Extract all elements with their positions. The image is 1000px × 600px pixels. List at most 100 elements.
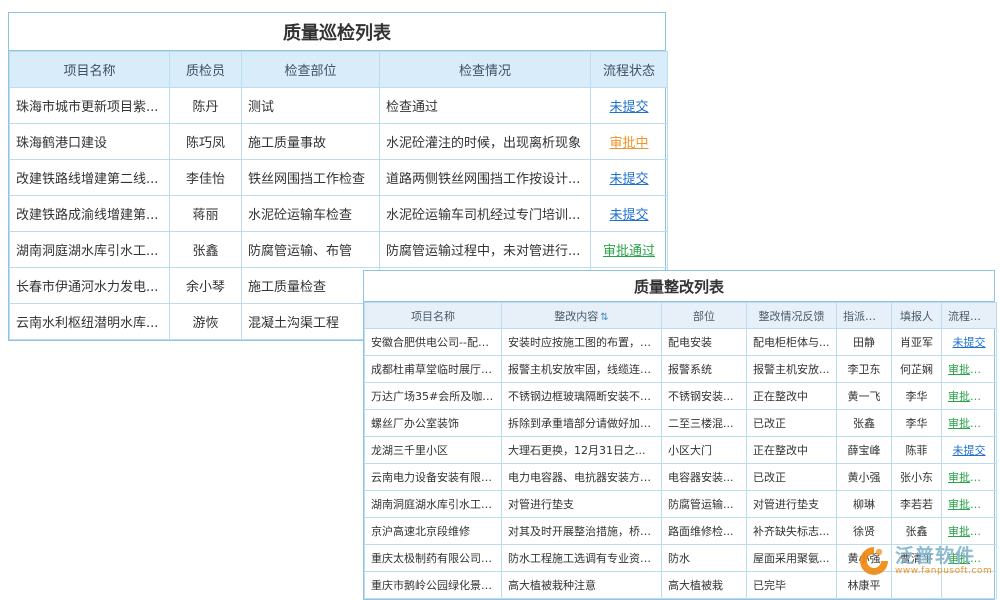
cell-part: 防水 [662, 545, 747, 572]
header-part: 检查部位 [242, 52, 380, 88]
cell-part: 测试 [242, 88, 380, 124]
cell-feedback: 正在整改中 [747, 437, 837, 464]
rectification-row: 云南电力设备安装有限公司20... 电力电容器、电抗器安装方案,... 电容器安… [365, 464, 997, 491]
rectification-row: 安徽合肥供电公司--配电设备... 安装时应按施工图的布置，将... 配电安装 … [365, 329, 997, 356]
cell-project[interactable]: 改建铁路成渝线增建第... [10, 196, 170, 232]
cell-assignee[interactable]: 薛宝峰 [837, 437, 892, 464]
header-detail: 检查情况 [380, 52, 591, 88]
header-content-label: 整改内容 [554, 310, 598, 323]
cell-status[interactable]: 审批通过 [942, 383, 997, 410]
cell-status[interactable]: 未提交 [591, 196, 668, 232]
cell-reporter[interactable]: 李若若 [892, 491, 942, 518]
rectification-row: 湖南洞庭湖水库引水工程施工标 对管进行垫支 防腐管运输... 对管进行垫支 柳琳… [365, 491, 997, 518]
cell-assignee[interactable]: 林康平 [837, 572, 892, 599]
rectification-header-row: 项目名称 整改内容⇅ 部位 整改情况反馈 指派人员 填报人 流程状态 [365, 303, 997, 329]
inspection-row: 珠海市城市更新项目紫... 陈丹 测试 检查通过 未提交 [10, 88, 668, 124]
cell-project[interactable]: 云南电力设备安装有限公司20... [365, 464, 502, 491]
cell-feedback: 屋面采用聚氨... [747, 545, 837, 572]
header-reporter: 填报人 [892, 303, 942, 329]
cell-feedback: 报警主机安放... [747, 356, 837, 383]
cell-reporter[interactable]: 肖亚军 [892, 329, 942, 356]
cell-status[interactable]: 未提交 [942, 437, 997, 464]
rectification-row: 龙湖三千里小区 大理石更换，12月31日之... 小区大门 正在整改中 薛宝峰 … [365, 437, 997, 464]
cell-inspector[interactable]: 张鑫 [170, 232, 242, 268]
cell-feedback: 正在整改中 [747, 383, 837, 410]
cell-status[interactable]: 未提交 [591, 160, 668, 196]
cell-inspector[interactable]: 余小琴 [170, 268, 242, 304]
rectification-row: 重庆太极制药有限公司亳州中... 防水工程施工选调有专业资质... 防水 屋面采… [365, 545, 997, 572]
header-part: 部位 [662, 303, 747, 329]
cell-project[interactable]: 湖南洞庭湖水库引水工... [10, 232, 170, 268]
cell-content: 防水工程施工选调有专业资质... [502, 545, 662, 572]
cell-project[interactable]: 安徽合肥供电公司--配电设备... [365, 329, 502, 356]
cell-project[interactable]: 重庆太极制药有限公司亳州中... [365, 545, 502, 572]
cell-status[interactable] [942, 572, 997, 599]
cell-assignee[interactable]: 张鑫 [837, 410, 892, 437]
cell-inspector[interactable]: 游恢 [170, 304, 242, 340]
inspection-row: 湖南洞庭湖水库引水工... 张鑫 防腐管运输、布管 防腐管运输过程中，未对管进行… [10, 232, 668, 268]
cell-project[interactable]: 重庆市鹅岭公园绿化景观提升... [365, 572, 502, 599]
cell-project[interactable]: 云南水利枢纽潜明水库... [10, 304, 170, 340]
cell-status[interactable]: 审批通过 [942, 410, 997, 437]
inspection-row: 珠海鹤港口建设 陈巧凤 施工质量事故 水泥砼灌注的时候，出现离析现象 审批中 [10, 124, 668, 160]
cell-assignee[interactable]: 李卫东 [837, 356, 892, 383]
cell-status[interactable]: 审批通过 [942, 491, 997, 518]
cell-reporter[interactable]: 何芷娴 [892, 356, 942, 383]
cell-feedback: 配电柜柜体与... [747, 329, 837, 356]
cell-project[interactable]: 改建铁路线增建第二线... [10, 160, 170, 196]
cell-inspector[interactable]: 李佳怡 [170, 160, 242, 196]
cell-part: 小区大门 [662, 437, 747, 464]
cell-status[interactable]: 审批通过 [591, 232, 668, 268]
cell-inspector[interactable]: 蒋丽 [170, 196, 242, 232]
cell-part: 防腐管运输... [662, 491, 747, 518]
cell-project[interactable]: 螺丝厂办公室装饰 [365, 410, 502, 437]
cell-reporter[interactable]: 李华 [892, 383, 942, 410]
header-content[interactable]: 整改内容⇅ [502, 303, 662, 329]
cell-assignee[interactable]: 黄小强 [837, 464, 892, 491]
cell-reporter[interactable]: 曹清平 [892, 545, 942, 572]
cell-project[interactable]: 龙湖三千里小区 [365, 437, 502, 464]
cell-status[interactable]: 审批中 [591, 124, 668, 160]
cell-part: 混凝土沟渠工程 [242, 304, 380, 340]
cell-content: 电力电容器、电抗器安装方案,... [502, 464, 662, 491]
sort-icon[interactable]: ⇅ [600, 312, 608, 323]
cell-reporter[interactable] [892, 572, 942, 599]
cell-project[interactable]: 长春市伊通河水力发电... [10, 268, 170, 304]
cell-project[interactable]: 万达广场35#会所及咖啡厅空... [365, 383, 502, 410]
header-status: 流程状态 [942, 303, 997, 329]
cell-project[interactable]: 成都杜甫草堂临时展厅独立展... [365, 356, 502, 383]
rectification-row: 京沪高速北京段维修 对其及时开展整治措施，桥头... 路面维修检... 补齐缺失… [365, 518, 997, 545]
cell-assignee[interactable]: 黄一飞 [837, 383, 892, 410]
cell-detail: 水泥砼灌注的时候，出现离析现象 [380, 124, 591, 160]
cell-inspector[interactable]: 陈丹 [170, 88, 242, 124]
cell-project[interactable]: 珠海鹤港口建设 [10, 124, 170, 160]
cell-project[interactable]: 珠海市城市更新项目紫... [10, 88, 170, 124]
cell-content: 高大植被栽种注意 [502, 572, 662, 599]
rectification-table-panel: 质量整改列表 项目名称 整改内容⇅ 部位 整改情况反馈 指派人员 填报人 流程状… [363, 270, 995, 600]
cell-assignee[interactable]: 黄小强 [837, 545, 892, 572]
cell-reporter[interactable]: 张小东 [892, 464, 942, 491]
cell-part: 不锈钢安装... [662, 383, 747, 410]
cell-status[interactable]: 审批通过 [942, 464, 997, 491]
cell-reporter[interactable]: 陈菲 [892, 437, 942, 464]
cell-status[interactable]: 未提交 [591, 88, 668, 124]
cell-reporter[interactable]: 张鑫 [892, 518, 942, 545]
cell-inspector[interactable]: 陈巧凤 [170, 124, 242, 160]
cell-status[interactable]: 审批通过 [942, 518, 997, 545]
cell-status[interactable]: 未提交 [942, 329, 997, 356]
cell-content: 大理石更换，12月31日之... [502, 437, 662, 464]
cell-status[interactable]: 审批通过 [942, 545, 997, 572]
cell-detail: 道路两侧铁丝网围挡工作按设计... [380, 160, 591, 196]
cell-part: 配电安装 [662, 329, 747, 356]
cell-project[interactable]: 湖南洞庭湖水库引水工程施工标 [365, 491, 502, 518]
cell-assignee[interactable]: 田静 [837, 329, 892, 356]
cell-status[interactable]: 审批通过 [942, 356, 997, 383]
cell-reporter[interactable]: 李华 [892, 410, 942, 437]
cell-assignee[interactable]: 柳琳 [837, 491, 892, 518]
cell-assignee[interactable]: 徐贤 [837, 518, 892, 545]
cell-project[interactable]: 京沪高速北京段维修 [365, 518, 502, 545]
cell-part: 报警系统 [662, 356, 747, 383]
rectification-table: 项目名称 整改内容⇅ 部位 整改情况反馈 指派人员 填报人 流程状态 安徽合肥供… [364, 302, 997, 599]
rectification-row: 重庆市鹅岭公园绿化景观提升... 高大植被栽种注意 高大植被栽 已完毕 林康平 [365, 572, 997, 599]
cell-feedback: 已改正 [747, 464, 837, 491]
